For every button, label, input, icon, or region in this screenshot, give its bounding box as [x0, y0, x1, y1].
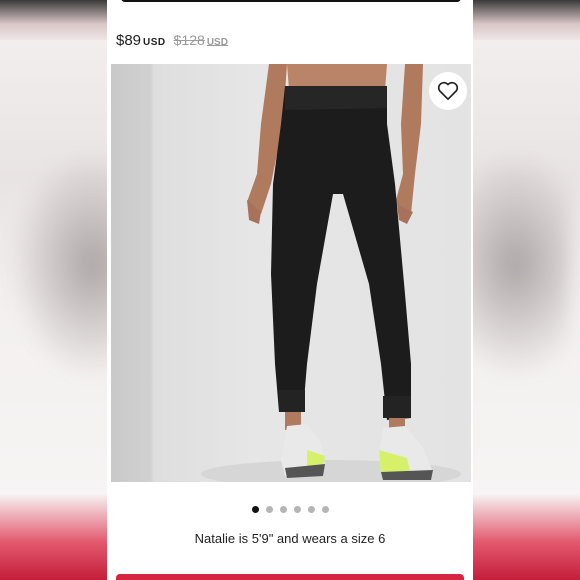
product-image[interactable] — [111, 64, 471, 482]
background-blur-right — [473, 0, 580, 580]
original-price: $128 USD — [173, 32, 228, 48]
model-size-caption: Natalie is 5'9" and wears a size 6 — [194, 531, 386, 546]
carousel-dot[interactable] — [293, 506, 301, 513]
carousel-dot[interactable] — [279, 506, 287, 513]
heart-icon — [437, 81, 459, 100]
carousel-dot[interactable] — [307, 506, 315, 513]
carousel-dot[interactable] — [321, 506, 329, 513]
add-to-bag-button[interactable] — [116, 574, 464, 580]
carousel-dot[interactable] — [251, 506, 259, 513]
carousel-dots — [107, 506, 473, 513]
product-photo-illustration — [201, 64, 461, 482]
price-row: $89 USD $128 USD — [116, 32, 228, 49]
sale-price: $89 USD — [116, 32, 166, 49]
wishlist-button[interactable] — [429, 72, 467, 110]
carousel-dot[interactable] — [265, 506, 273, 513]
product-panel: $89 USD $128 USD Natalie is 5'9" and wea… — [107, 0, 473, 580]
top-action-bar[interactable] — [121, 0, 461, 2]
background-blur-left — [0, 0, 107, 580]
